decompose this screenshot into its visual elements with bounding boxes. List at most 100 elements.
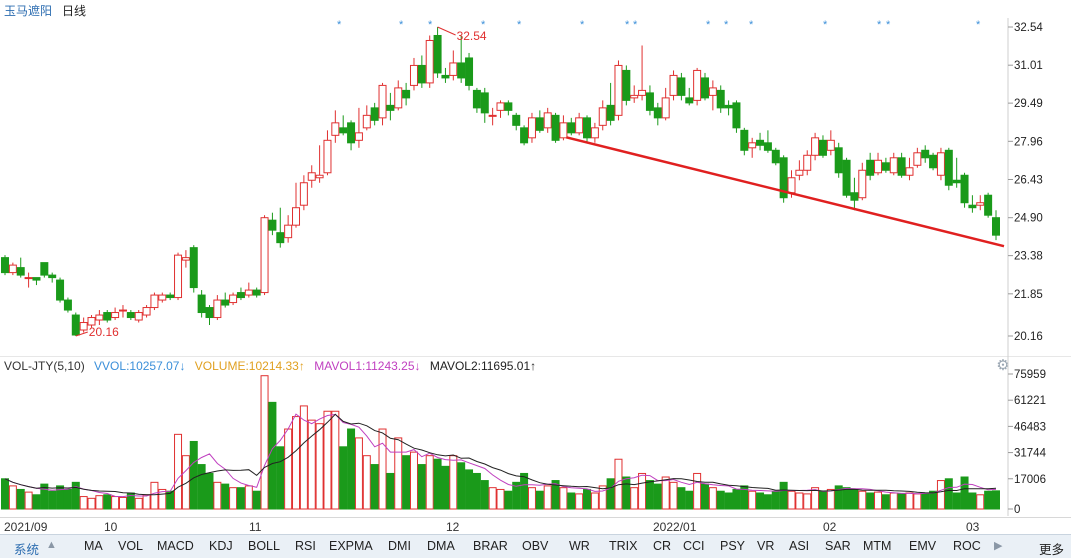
volume-bar-up xyxy=(598,485,607,510)
candle-up xyxy=(323,139,332,174)
indicator-button[interactable]: MTM xyxy=(863,539,891,553)
candle-down xyxy=(818,139,827,156)
candle-up xyxy=(630,94,639,99)
indicator-button[interactable]: TRIX xyxy=(609,539,637,553)
candle-down xyxy=(268,219,277,231)
indicator-button[interactable]: PSY xyxy=(720,539,745,553)
indicator-button[interactable]: BOLL xyxy=(248,539,280,553)
candle-up xyxy=(693,69,702,101)
date-label: 11 xyxy=(249,520,262,534)
indicator-button[interactable]: RSI xyxy=(295,539,316,553)
volume-bar-up xyxy=(323,410,332,510)
volume-bar-down xyxy=(685,490,694,510)
indicator-button[interactable]: BRAR xyxy=(473,539,508,553)
indicator-button[interactable]: CCI xyxy=(683,539,705,553)
candle-up xyxy=(976,202,985,206)
date-label: 02 xyxy=(823,520,837,534)
volume-bar-up xyxy=(936,480,945,510)
volume-chart[interactable]: 75959 61221 46483 31744 17006 0 xyxy=(0,356,1071,516)
volume-axis-label: 46483 xyxy=(1014,421,1046,433)
period-label[interactable]: 日线 xyxy=(62,2,86,19)
candle-up xyxy=(181,257,190,261)
volume-bar-down xyxy=(63,488,72,510)
candle-up xyxy=(936,152,945,176)
chart-header: 玉马遮阳 日线 xyxy=(0,0,1071,18)
indicator-button[interactable]: EXPMA xyxy=(329,539,373,553)
volume-bar-down xyxy=(339,446,348,510)
scroll-up-icon[interactable]: ▲ xyxy=(46,539,57,551)
candle-down xyxy=(472,89,481,109)
indicator-button[interactable]: KDJ xyxy=(209,539,233,553)
volume-bar-up xyxy=(331,410,340,510)
candle-down xyxy=(992,217,1000,236)
indicator-button[interactable]: DMA xyxy=(427,539,455,553)
candle-down xyxy=(520,127,529,144)
volume-bar-up xyxy=(795,492,804,510)
indicator-button[interactable]: MA xyxy=(84,539,103,553)
volume-bar-up xyxy=(575,493,584,510)
stock-name[interactable]: 玉马遮阳 xyxy=(4,2,52,19)
volume-bar-up xyxy=(488,487,497,510)
volume-bar-up xyxy=(913,493,922,510)
indicator-button[interactable]: DMI xyxy=(388,539,411,553)
indicator-button[interactable]: VR xyxy=(757,539,774,553)
candle-up xyxy=(79,322,88,331)
date-label: 03 xyxy=(966,520,980,534)
volume-bar-up xyxy=(874,491,883,510)
candle-down xyxy=(16,267,25,276)
volume-bar-up xyxy=(590,492,599,510)
candle-down xyxy=(441,74,450,79)
indicator-toolbar: 系统 ▲ MA VOL MACD KDJ BOLL RSI EXPMA DMI … xyxy=(0,534,1071,558)
system-menu-button[interactable]: 系统 xyxy=(14,539,39,558)
price-chart[interactable]: 32.54 31.01 29.49 27.96 26.43 24.90 23.38 21.85… xyxy=(0,18,1071,356)
volume-bar-down xyxy=(622,476,631,510)
volume-bar-down xyxy=(779,481,788,510)
candle-up xyxy=(590,127,599,139)
event-star-icon: * xyxy=(823,19,828,31)
volume-bar-up xyxy=(669,481,678,510)
price-axis-label: 20.16 xyxy=(1014,331,1043,343)
candle-down xyxy=(40,262,49,276)
indicator-button[interactable]: WR xyxy=(569,539,590,553)
scroll-right-icon[interactable]: ▶ xyxy=(994,539,1002,552)
candle-up xyxy=(543,112,552,129)
indicator-button[interactable]: CR xyxy=(653,539,671,553)
volume-bar-down xyxy=(968,492,977,510)
event-star-icon: * xyxy=(517,19,522,31)
indicator-button[interactable]: SAR xyxy=(825,539,851,553)
candle-down xyxy=(417,64,426,84)
indicator-button[interactable]: OBV xyxy=(522,539,548,553)
candle-up xyxy=(449,62,458,76)
candle-up xyxy=(95,314,104,321)
candle-up xyxy=(874,159,883,174)
candle-down xyxy=(952,179,961,184)
price-axis-label: 31.01 xyxy=(1014,60,1043,72)
candle-up xyxy=(244,289,253,296)
candle-up xyxy=(292,207,301,226)
volume-bar-up xyxy=(181,455,190,510)
candle-down xyxy=(205,307,214,319)
more-button[interactable]: 更多 xyxy=(1039,539,1064,558)
candle-down xyxy=(433,34,442,74)
volume-axis-label: 17006 xyxy=(1014,474,1046,486)
volume-bar-down xyxy=(763,494,772,510)
volume-bar-down xyxy=(520,472,529,510)
volume-bar-down xyxy=(653,483,662,510)
candle-up xyxy=(425,39,434,84)
event-star-icon: * xyxy=(633,19,638,31)
indicator-button[interactable]: VOL xyxy=(118,539,143,553)
candle-down xyxy=(63,299,72,311)
volume-bar-down xyxy=(16,488,25,510)
indicator-button[interactable]: ASI xyxy=(789,539,809,553)
candle-down xyxy=(236,292,245,299)
volume-bar-up xyxy=(24,491,33,510)
indicator-button[interactable]: MACD xyxy=(157,539,194,553)
volume-bar-up xyxy=(292,416,301,510)
candle-up xyxy=(142,307,151,316)
event-star-icon: * xyxy=(337,19,342,31)
candle-up xyxy=(299,182,308,206)
indicator-button[interactable]: EMV xyxy=(909,539,936,553)
date-label: 2021/09 xyxy=(4,520,48,534)
volume-bar-down xyxy=(866,492,875,510)
indicator-button[interactable]: ROC xyxy=(953,539,981,553)
